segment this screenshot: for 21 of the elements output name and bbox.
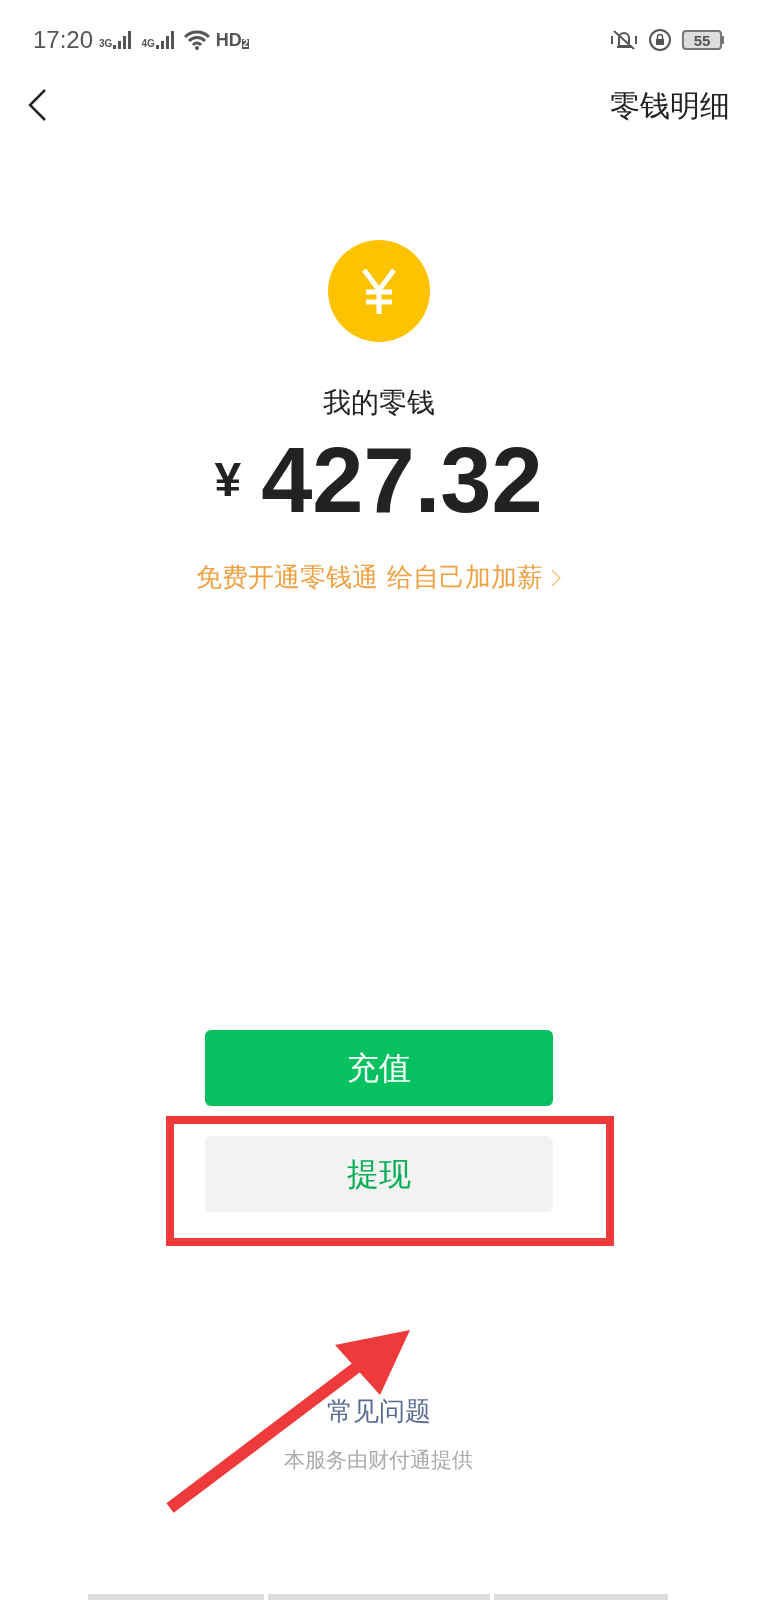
withdraw-button[interactable]: 提现 [204,1136,553,1212]
wifi-icon [183,30,210,50]
provider-note: 本服务由财付通提供 [284,1447,473,1474]
currency-symbol: ¥ [214,452,242,508]
top-up-button[interactable]: 充值 [204,1030,553,1106]
faq-link[interactable]: 常见问题 [326,1392,431,1431]
promo-link[interactable]: 免费开通零钱通 给自己加加薪 [196,558,561,597]
back-icon[interactable] [27,88,47,122]
network-type-label: 4G [141,39,155,49]
page-title: 零钱明细 [610,86,730,125]
status-time: 17:20 [33,25,94,55]
network-type-label: 3G [99,39,113,49]
hd-label: HD [215,31,242,49]
bell-off-icon [610,28,638,52]
battery-indicator: 55 [682,30,722,50]
coin-icon [327,240,430,342]
balance-amount: 427.32 [261,434,543,526]
balance-label: 我的零钱 [322,385,435,421]
rotation-lock-icon [648,28,672,52]
hd-slot-label: 2 [241,39,250,49]
chevron-right-icon [550,568,561,587]
